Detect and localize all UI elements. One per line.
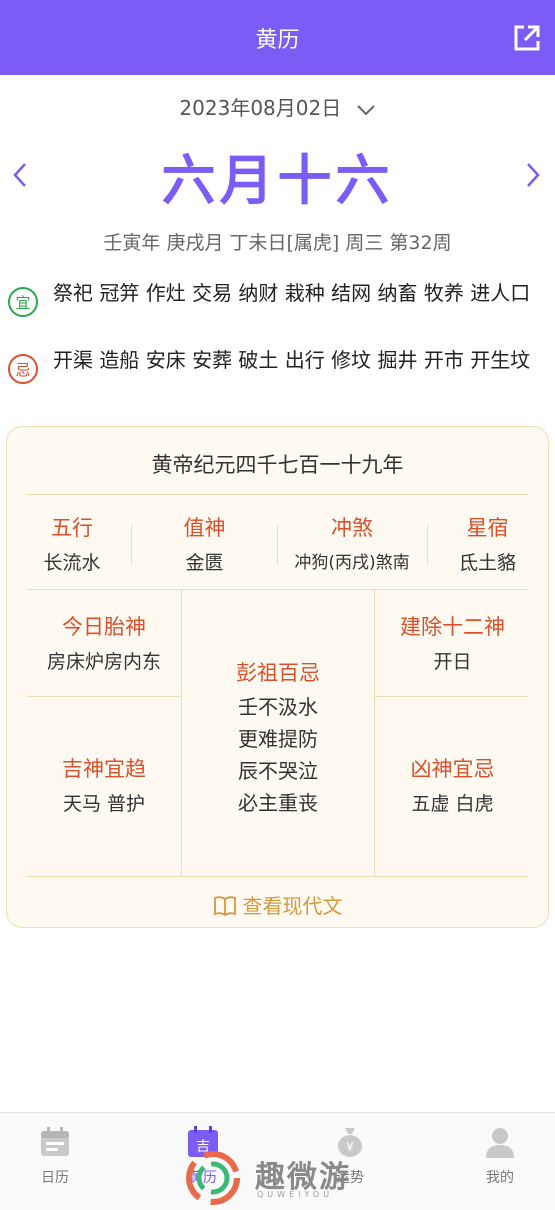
wuxing-cell: 五行 长流水 [17,512,127,575]
page-title: 黄历 [255,28,300,53]
pengzu-line: 壬不汲水 [238,695,318,719]
tab-calendar-label: 日历 [41,1170,69,1186]
user-icon [486,1128,514,1158]
tab-profile-label: 我的 [486,1170,514,1186]
jishen-cell: 吉神宜趋 天马 普护 [27,753,181,816]
yi-badge: 宜 [8,287,38,317]
ganzhi-info: 壬寅年 庚戌月 丁未日[属虎] 周三 第32周 [103,232,452,254]
yi-text: 祭祀 冠笄 作灶 交易 纳财 栽种 结网 纳畜 牧养 进人口 [53,281,531,305]
ji-badge: 忌 [8,354,38,384]
pengzu-line: 更难提防 [238,727,318,751]
date-text: 2023年08月02日 [179,96,342,120]
tab-profile[interactable]: 我的 [460,1125,540,1187]
zhishen-value: 金匮 [185,552,224,574]
calendar-icon [41,1127,69,1156]
era-title: 黄帝纪元四千七百一十九年 [151,453,404,477]
divider [27,876,528,877]
yi-row: 宜 祭祀 冠笄 作灶 交易 纳财 栽种 结网 纳畜 牧养 进人口 [8,281,548,317]
chongsha-cell: 冲煞 冲狗(丙戌)煞南 [279,512,425,573]
jishen-label: 吉神宜趋 [62,757,146,781]
watermark: 趣微游 QUWEIYOU [185,1150,385,1206]
view-modern-text-link[interactable]: 查看现代文 [7,890,548,919]
xingxiu-label: 星宿 [466,516,509,540]
divider [427,525,428,565]
divider [27,696,181,697]
pengzu-label: 彭祖百忌 [236,661,320,685]
share-icon[interactable] [511,22,543,54]
zhishen-cell: 值神 金匮 [137,512,272,575]
date-selector[interactable]: 2023年08月02日 [0,92,555,121]
wuxing-label: 五行 [51,516,93,540]
almanac-card: 黄帝纪元四千七百一十九年 五行 长流水 值神 金匮 冲煞 冲狗(丙戌)煞南 星宿… [6,426,549,928]
jianchu-value: 开日 [433,651,472,673]
pengzu-cell: 彭祖百忌 壬不汲水 更难提防 辰不哭泣 必主重丧 [182,657,374,819]
zhishen-label: 值神 [183,516,226,540]
taishen-cell: 今日胎神 房床炉房内东 [27,611,181,674]
watermark-logo-icon [186,1151,240,1205]
divider [27,494,528,495]
divider [375,696,528,697]
xingxiu-cell: 星宿 氐土貉 [430,512,545,575]
chongsha-value: 冲狗(丙戌)煞南 [294,553,410,573]
app-header: 黄历 [0,0,555,75]
xiongshen-label: 凶神宜忌 [410,757,495,781]
pengzu-line: 必主重丧 [238,791,318,815]
watermark-subtext: QUWEIYOU [257,1190,334,1199]
tab-calendar[interactable]: 日历 [15,1125,95,1187]
book-icon [213,896,236,917]
taishen-label: 今日胎神 [62,615,146,639]
jianchu-label: 建除十二神 [400,615,505,639]
jianchu-cell: 建除十二神 开日 [375,611,530,674]
jishen-value: 天马 普护 [62,793,146,815]
xiongshen-cell: 凶神宜忌 五虚 白虎 [375,753,530,816]
ji-row: 忌 开渠 造船 安床 安葬 破土 出行 修坟 掘井 开市 开生坟 [8,348,548,384]
ji-text: 开渠 造船 安床 安葬 破土 出行 修坟 掘井 开市 开生坟 [53,348,531,372]
taishen-value: 房床炉房内东 [46,651,161,673]
view-modern-text-label: 查看现代文 [242,894,343,918]
pengzu-line: 辰不哭泣 [238,759,318,783]
wuxing-value: 长流水 [43,552,101,574]
divider [27,589,528,590]
xingxiu-value: 氐土貉 [458,552,516,574]
lunar-date: 六月十六 [161,149,394,212]
divider [131,525,132,565]
divider [277,525,278,565]
xiongshen-value: 五虚 白虎 [411,793,494,815]
chevron-down-icon [356,104,375,115]
chongsha-label: 冲煞 [331,516,373,540]
